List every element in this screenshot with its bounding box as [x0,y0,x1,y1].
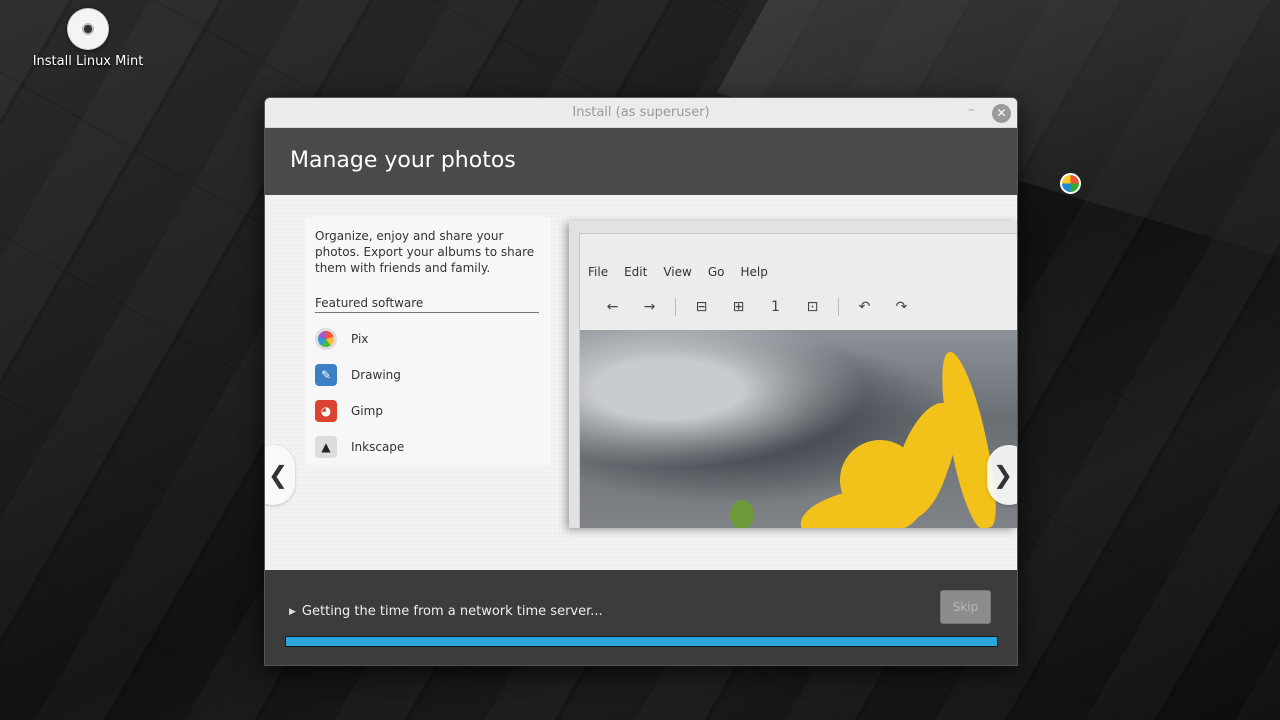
slide-description: Organize, enjoy and share your photos. E… [315,229,535,275]
app-name: Drawing [351,368,401,382]
next-slide-button[interactable]: ❯ [987,445,1017,505]
window-titlebar[interactable]: Install (as superuser) – ✕ [265,98,1017,128]
window-title: Install (as superuser) [572,105,710,120]
desktop-icon-install-linux-mint[interactable]: Install Linux Mint [30,8,146,69]
zoom-normal-icon: 1 [771,299,780,315]
rotate-left-icon: ↶ [858,299,871,315]
app-name: Inkscape [351,440,405,454]
back-arrow-icon: ← [606,299,619,315]
slide-heading: Manage your photos [265,128,1017,195]
flower-bud [730,500,754,528]
app-name: Pix [351,332,369,346]
list-item-pix: Pix [315,321,404,357]
expander-triangle-icon: ▶ [289,606,296,617]
progress-bar-fill [286,637,997,646]
status-text: Getting the time from a network time ser… [301,604,603,619]
slide-text-card: Organize, enjoy and share your photos. E… [305,217,551,465]
preview-menu-view: View [663,265,692,279]
rotate-right-icon: ↷ [895,299,908,315]
drawing-icon: ✎ [315,364,337,386]
app-name: Gimp [351,404,383,418]
disc-icon [67,8,109,50]
toolbar-separator [838,298,839,316]
minimize-button[interactable]: – [968,102,975,118]
list-item-drawing: ✎ Drawing [315,357,404,393]
gimp-icon: ◕ [315,400,337,422]
preview-menu-edit: Edit [624,265,648,279]
zoom-out-icon: ⊟ [695,299,708,315]
preview-menu-go: Go [707,265,725,279]
close-button[interactable]: ✕ [992,104,1011,123]
preview-menu-help: Help [740,265,768,279]
previous-slide-button[interactable]: ❮ [265,445,295,505]
install-progress-footer: ▶ Getting the time from a network time s… [265,570,1017,665]
preview-menu-file: File [588,265,609,279]
preview-menubar: File Edit View Go Help [588,265,768,279]
toolbar-separator [675,298,676,316]
installer-window: Install (as superuser) – ✕ Manage your p… [264,97,1018,666]
list-item-inkscape: ▲ Inkscape [315,429,404,465]
preview-app-window: File Edit View Go Help ← → ⊟ ⊞ 1 ⊡ ↶ ↷ [579,233,1017,528]
list-item-gimp: ◕ Gimp [315,393,404,429]
progress-bar [285,636,998,647]
tray-logo-icon[interactable] [1060,173,1081,194]
zoom-fit-icon: ⊡ [806,299,819,315]
desktop-icon-label: Install Linux Mint [32,54,144,69]
featured-app-list: Pix ✎ Drawing ◕ Gimp ▲ Inkscape [315,321,404,465]
pix-icon [315,328,337,350]
preview-toolbar: ← → ⊟ ⊞ 1 ⊡ ↶ ↷ [594,298,920,316]
preview-photo [580,330,1017,528]
forward-arrow-icon: → [643,299,656,315]
status-expander[interactable]: ▶ Getting the time from a network time s… [289,604,603,619]
featured-software-label: Featured software [315,296,539,313]
inkscape-icon: ▲ [315,436,337,458]
screenshot-preview: File Edit View Go Help ← → ⊟ ⊞ 1 ⊡ ↶ ↷ [569,221,1017,528]
zoom-in-icon: ⊞ [732,299,745,315]
skip-button[interactable]: Skip [940,590,991,624]
slideshow-area: Organize, enjoy and share your photos. E… [265,195,1017,570]
